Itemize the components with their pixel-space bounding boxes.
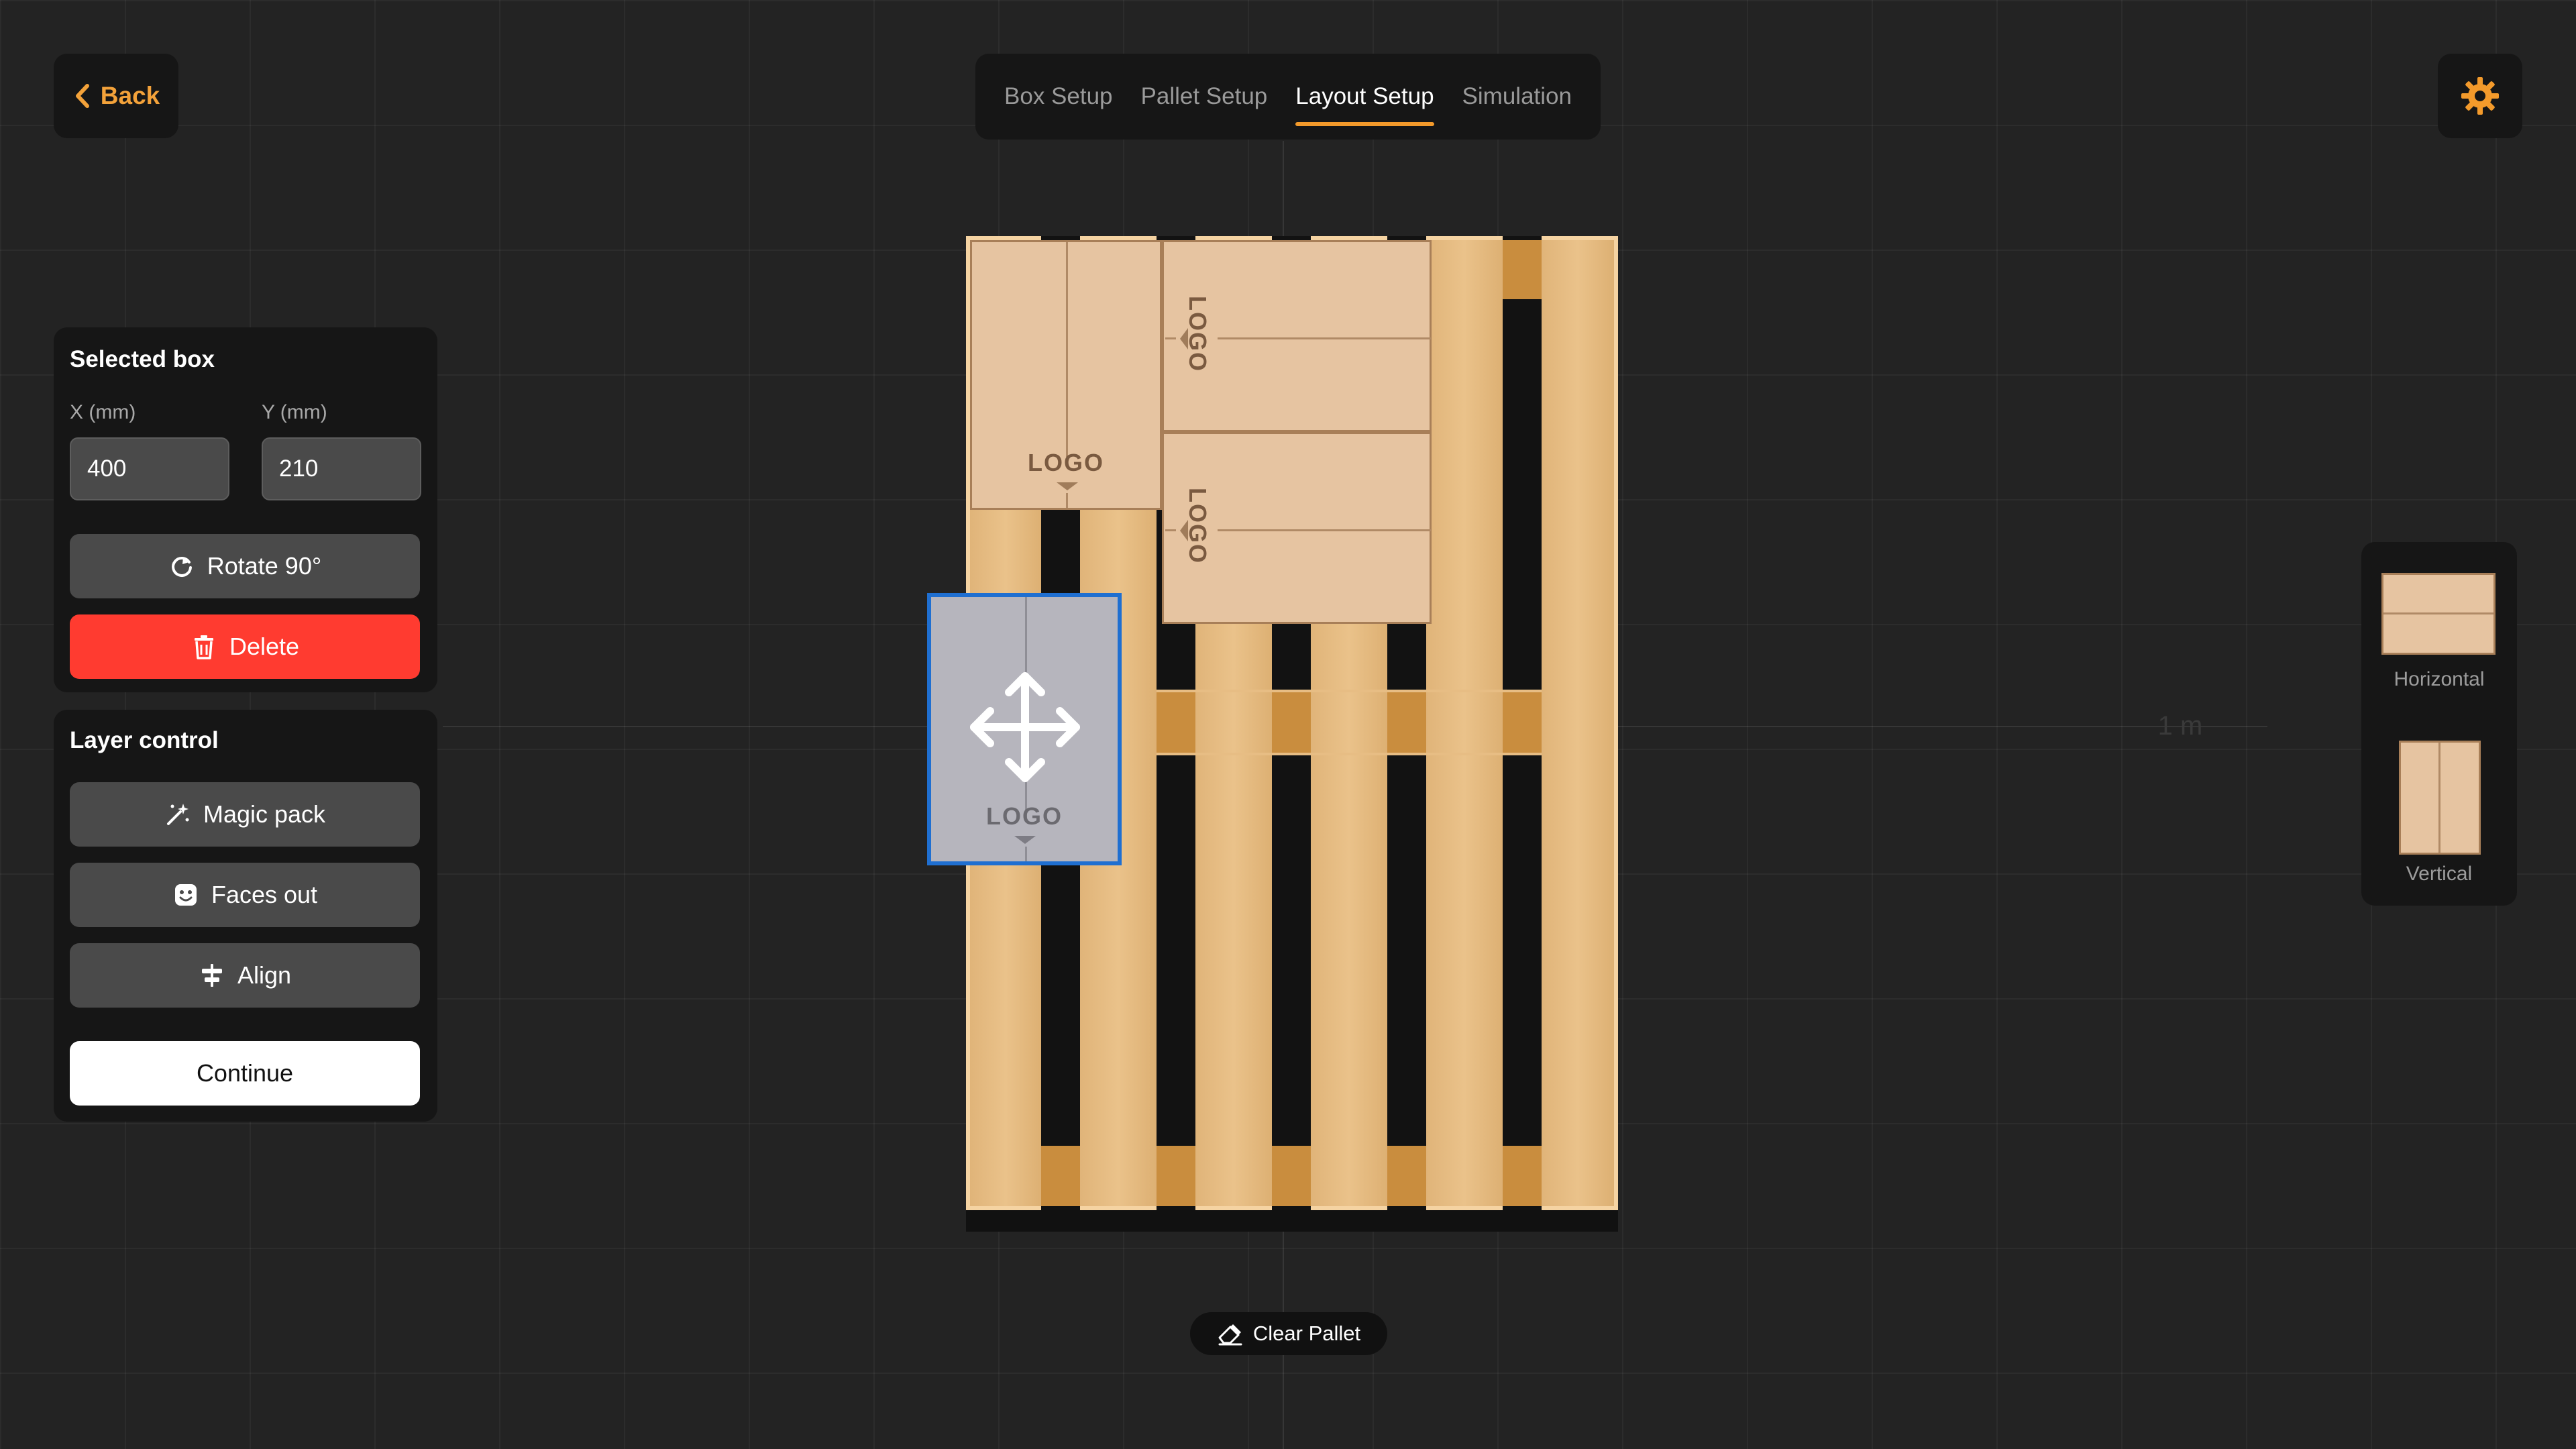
placed-box[interactable]: LOGO — [1162, 432, 1432, 624]
horizontal-label: Horizontal — [2394, 668, 2485, 690]
align-icon — [201, 964, 222, 987]
vertical-label: Vertical — [2406, 863, 2473, 885]
box-arrow-icon — [1180, 520, 1188, 541]
tab-pallet-setup[interactable]: Pallet Setup — [1141, 66, 1268, 127]
x-label: X (mm) — [70, 401, 136, 423]
pallet-slat — [1426, 240, 1503, 1206]
box-arrow-icon — [1057, 482, 1078, 490]
horizontal-option[interactable]: Horizontal — [2361, 562, 2517, 716]
rotate-icon — [171, 557, 192, 577]
chevron-left-icon — [75, 84, 89, 108]
scale-label: 1 m — [2157, 711, 2203, 741]
step-tabs: Box Setup Pallet Setup Layout Setup Simu… — [975, 54, 1601, 140]
faces-out-button[interactable]: Faces out — [70, 863, 420, 927]
move-arrows-icon — [970, 672, 1080, 782]
vertical-box-thumbnail — [2399, 741, 2481, 855]
continue-button[interactable]: Continue — [70, 1041, 420, 1106]
delete-label: Delete — [229, 633, 300, 660]
placed-box[interactable]: LOGO — [970, 240, 1162, 510]
magic-pack-label: Magic pack — [203, 800, 326, 828]
gear-icon — [2461, 77, 2499, 115]
align-button[interactable]: Align — [70, 943, 420, 1008]
y-label: Y (mm) — [262, 401, 327, 423]
layer-control-panel: Layer control Magic pack Faces out Align… — [54, 710, 437, 1122]
box-logo: LOGO — [986, 802, 1063, 830]
pallet-shadow — [966, 1208, 1618, 1232]
orientation-panel: Horizontal Vertical — [2361, 542, 2517, 906]
magic-wand-icon — [166, 804, 189, 825]
magic-pack-button[interactable]: Magic pack — [70, 782, 420, 847]
layer-control-title: Layer control — [70, 727, 219, 753]
box-arrow-icon — [1180, 328, 1188, 350]
box-arrow-icon — [1014, 836, 1036, 844]
continue-label: Continue — [196, 1059, 294, 1087]
box-logo: LOGO — [1028, 449, 1104, 476]
rotate-button[interactable]: Rotate 90° — [70, 534, 420, 598]
rotate-label: Rotate 90° — [207, 552, 322, 580]
selected-box-title: Selected box — [70, 346, 215, 372]
tab-simulation[interactable]: Simulation — [1462, 66, 1572, 127]
placed-box[interactable]: LOGO — [1162, 240, 1432, 432]
smiley-face-icon — [174, 884, 197, 906]
x-input[interactable] — [70, 437, 229, 500]
pallet-slat — [1542, 240, 1614, 1206]
settings-button[interactable] — [2438, 54, 2522, 138]
back-button[interactable]: Back — [54, 54, 178, 138]
eraser-icon — [1218, 1324, 1242, 1346]
clear-pallet-label: Clear Pallet — [1252, 1322, 1361, 1345]
y-input[interactable] — [262, 437, 421, 500]
delete-button[interactable]: Delete — [70, 614, 420, 679]
faces-out-label: Faces out — [211, 881, 318, 908]
clear-pallet-button[interactable]: Clear Pallet — [1190, 1312, 1387, 1355]
vertical-option[interactable]: Vertical — [2361, 730, 2517, 891]
selected-box-panel: Selected box X (mm) Y (mm) Rotate 90° De… — [54, 327, 437, 692]
selected-box[interactable]: LOGO — [927, 593, 1122, 865]
back-label: Back — [100, 82, 160, 109]
tab-layout-setup[interactable]: Layout Setup — [1295, 66, 1434, 127]
tab-box-setup[interactable]: Box Setup — [1004, 66, 1113, 127]
trash-icon — [194, 635, 213, 659]
horizontal-box-thumbnail — [2381, 573, 2496, 655]
align-label: Align — [237, 961, 292, 989]
